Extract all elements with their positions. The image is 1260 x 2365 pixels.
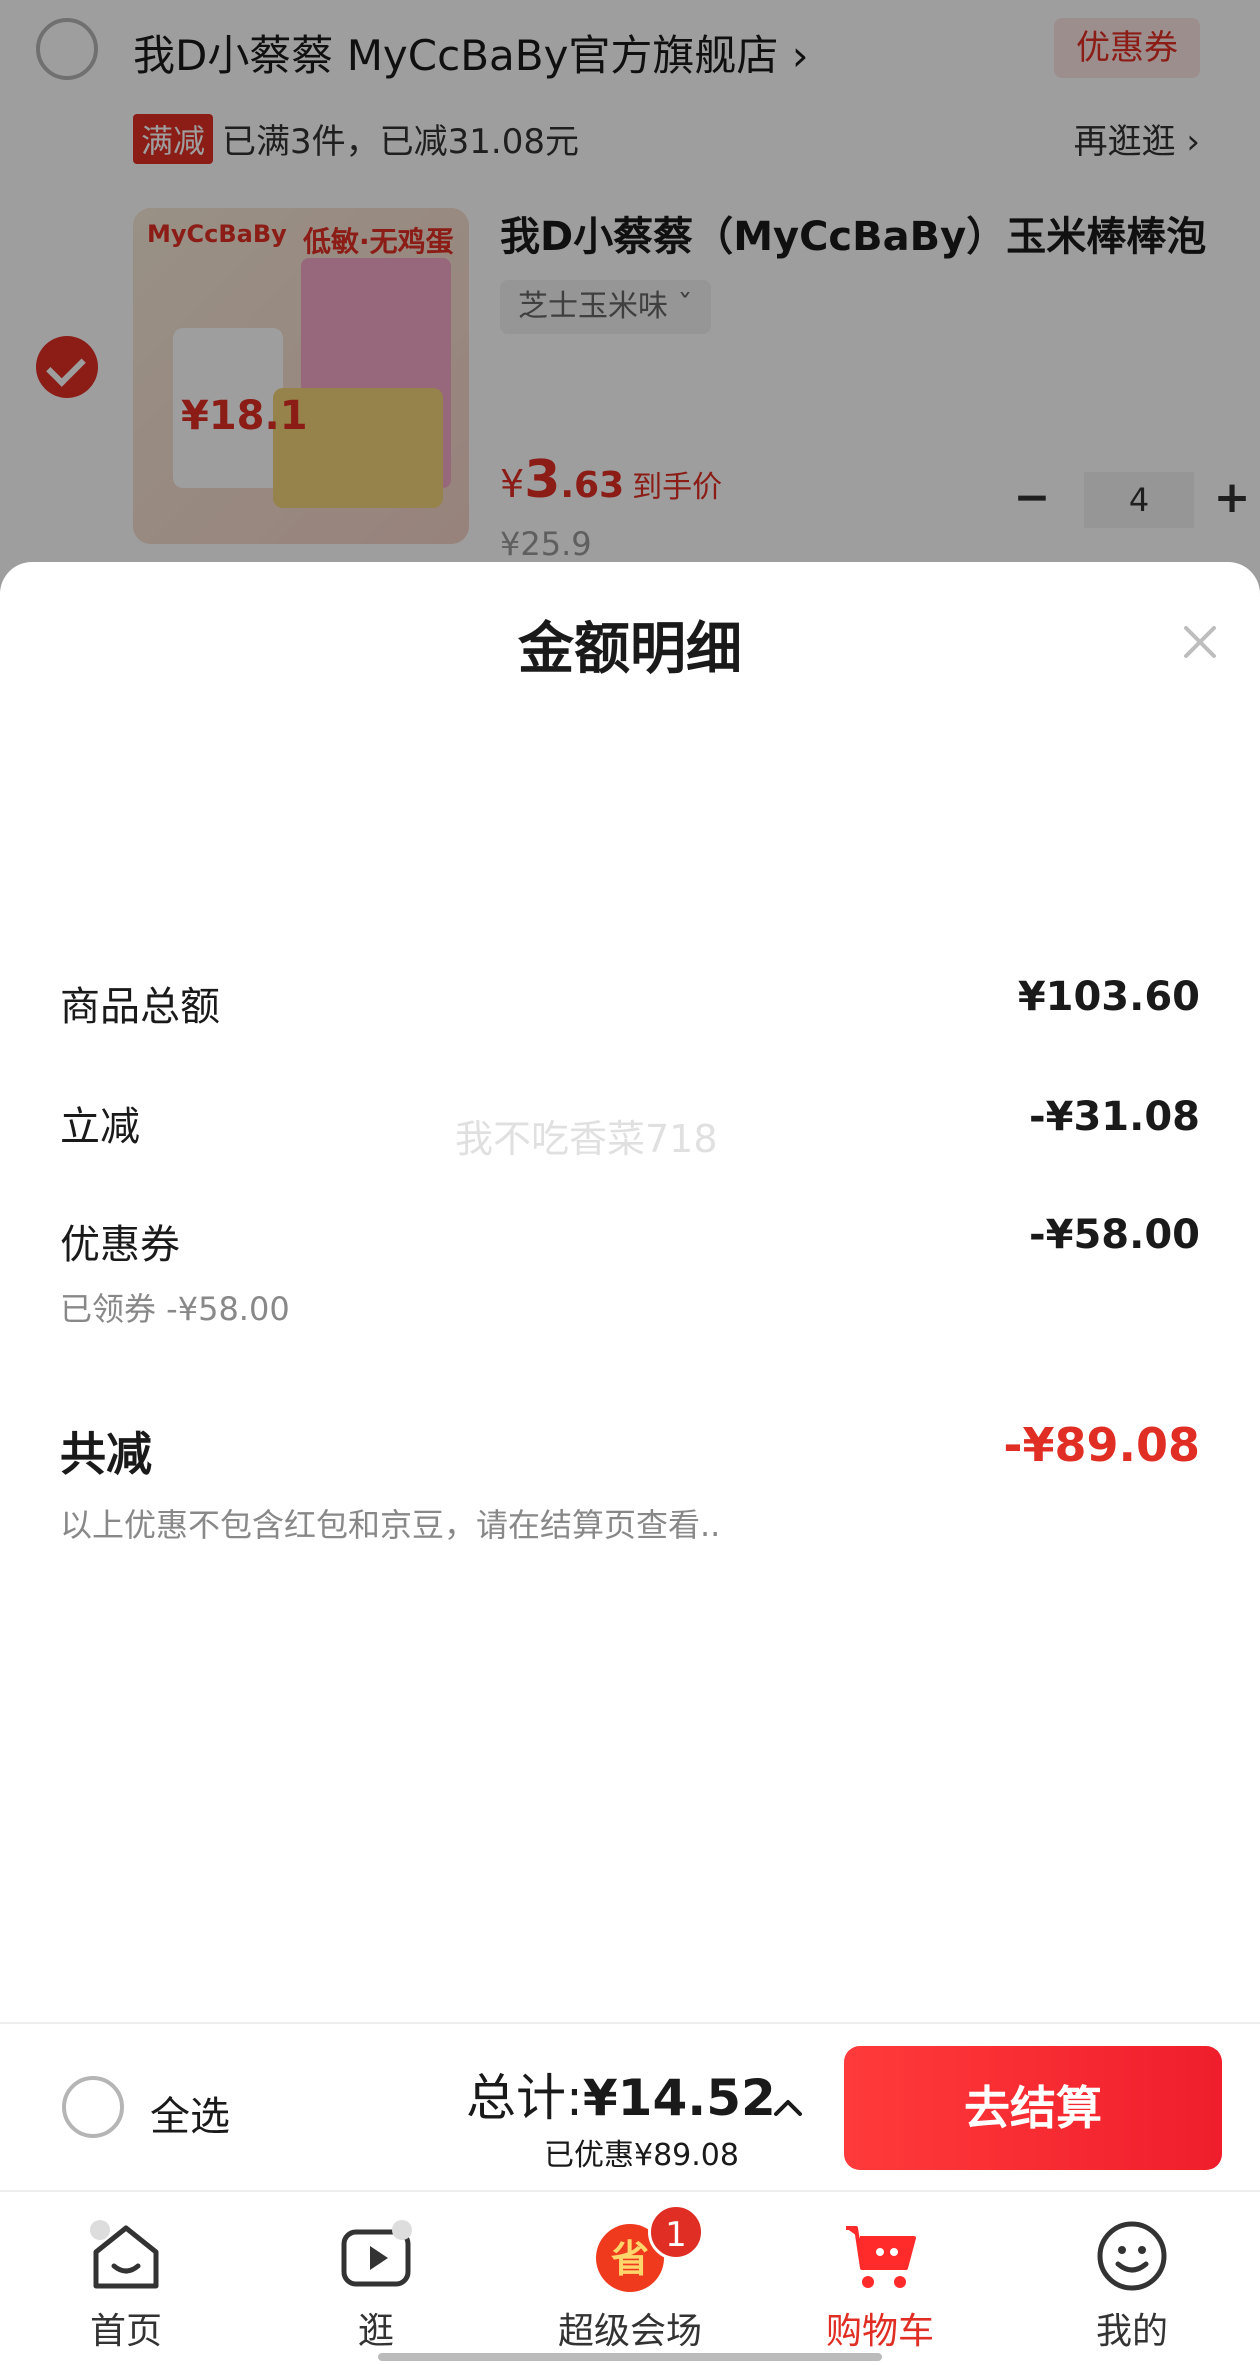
nav-item-browse[interactable]: 逛 [276,2204,476,2354]
total-price: 总计:¥14.52 [466,2058,776,2130]
cart-icon [840,2216,920,2296]
cart-background: 我D小蔡蔡 MyCcBaBy官方旗舰店 › 优惠券 满减 已满3件，已减31.0… [0,0,1260,620]
total-amount: ¥14.52 [582,2069,776,2127]
line-item-label: 立减 [60,1104,140,1150]
checkout-bar: 全选 总计:¥14.52 已优惠¥89.08 去结算 [0,2022,1260,2190]
sheet-title: 金额明细 [518,617,742,682]
nav-item-super-venue[interactable]: 省 1 超级会场 [530,2204,730,2354]
nav-label: 购物车 [825,2311,934,2352]
home-indicator [378,2353,882,2361]
home-icon [86,2216,166,2296]
line-item-total-discount: 共减 -¥89.08 [60,1418,1200,1481]
saved-amount: 已优惠¥89.08 [544,2138,739,2173]
profile-face-icon [1092,2216,1172,2296]
nav-item-profile[interactable]: 我的 [1032,2204,1232,2354]
amount-detail-sheet: 金额明细 商品总额 ¥103.60 立减 -¥31.08 优惠券 -¥58.00… [0,562,1260,2022]
modal-overlay[interactable] [0,0,1260,620]
checkout-button[interactable]: 去结算 [844,2046,1222,2170]
total-discount-value: -¥89.08 [1003,1418,1200,1472]
nav-item-home[interactable]: 首页 [26,2204,226,2354]
total-discount-label: 共减 [60,1427,152,1481]
line-item-value: -¥31.08 [1029,1094,1200,1140]
line-item-value: -¥58.00 [1029,1212,1200,1258]
line-item-label: 商品总额 [60,984,220,1030]
nav-label: 超级会场 [557,2311,702,2352]
nav-badge: 1 [648,2204,704,2260]
close-icon[interactable] [1172,614,1228,670]
svg-text:省: 省 [611,2237,649,2281]
select-all-label[interactable]: 全选 [150,2084,230,2142]
line-item-coupon: 优惠券 -¥58.00 [60,1212,1200,1272]
nav-label: 我的 [1095,2311,1168,2352]
nav-label: 首页 [89,2311,162,2352]
total-prefix: 总计: [466,2069,583,2127]
line-item-value: ¥103.60 [1017,974,1200,1020]
line-item-goods-total: 商品总额 ¥103.60 [60,974,1200,1034]
video-play-icon [336,2216,416,2296]
discount-disclaimer: 以上优惠不包含红包和京豆，请在结算页查看.. [60,1506,721,1544]
bottom-navigation: 首页 逛 省 1 超级会场 购物车 我的 [0,2190,1260,2365]
chevron-up-icon[interactable] [768,2088,808,2128]
line-item-label: 优惠券 [60,1222,180,1268]
nav-item-cart[interactable]: 购物车 [780,2204,980,2354]
coupon-note: 已领券 -¥58.00 [60,1290,290,1328]
select-all-radio[interactable] [62,2076,124,2138]
watermark: 我不吃香菜718 [455,1117,718,1161]
nav-label: 逛 [357,2311,394,2352]
